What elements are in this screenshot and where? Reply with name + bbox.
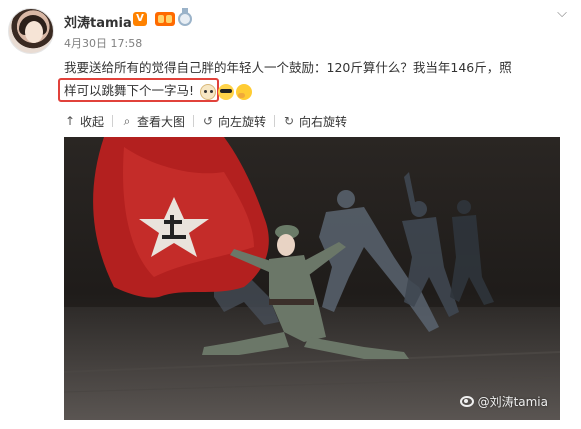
rotate-left-button[interactable]: ↺ 向左旋转 bbox=[202, 113, 266, 130]
collapse-button[interactable]: ↑ 收起 bbox=[64, 113, 104, 130]
toolbar-divider bbox=[193, 115, 195, 127]
watermark-text: @刘涛tamia bbox=[477, 395, 548, 409]
avatar-face bbox=[25, 21, 43, 43]
post-timestamp[interactable]: 4月30日 17:58 bbox=[64, 35, 142, 51]
rotate-right-icon: ↻ bbox=[284, 114, 295, 128]
image-toolbar: ↑ 收起 ⌕ 查看大图 ↺ 向左旋转 ↻ 向右旋转 bbox=[64, 110, 347, 132]
username[interactable]: 刘涛tamia bbox=[64, 12, 132, 31]
photo-watermark: @刘涛tamia bbox=[459, 393, 548, 410]
highlighted-text-wrapper: 样可以跳舞下个一字马! bbox=[58, 78, 219, 102]
post-text-line1: 我要送给所有的觉得自己胖的年轻人一个鼓励：120斤算什么？我当年146斤，照 bbox=[64, 60, 512, 75]
red-highlight-box bbox=[58, 78, 219, 102]
post-text: 我要送给所有的觉得自己胖的年轻人一个鼓励：120斤算什么？我当年146斤，照 样… bbox=[58, 56, 564, 102]
post-photo[interactable]: @刘涛tamia bbox=[64, 137, 560, 420]
medal-icon[interactable] bbox=[178, 8, 192, 26]
toolbar-divider bbox=[274, 115, 276, 127]
weibo-icon bbox=[459, 396, 474, 407]
rotate-right-button[interactable]: ↻ 向右旋转 bbox=[283, 113, 347, 130]
toolbar-divider bbox=[112, 115, 114, 127]
dog-emoji-icon bbox=[200, 83, 216, 100]
avatar[interactable] bbox=[8, 8, 54, 54]
chevron-down-icon[interactable]: ⌵ bbox=[557, 6, 567, 21]
vip-icon[interactable] bbox=[155, 12, 175, 26]
cool-emoji-icon bbox=[218, 83, 234, 100]
rotate-left-icon: ↺ bbox=[203, 114, 214, 128]
magnifier-icon: ⌕ bbox=[123, 113, 131, 128]
thinking-emoji-icon bbox=[236, 83, 252, 100]
view-large-button[interactable]: ⌕ 查看大图 bbox=[121, 113, 185, 130]
view-large-label: 查看大图 bbox=[137, 114, 186, 129]
rotate-left-label: 向左旋转 bbox=[218, 114, 267, 129]
rotate-right-label: 向右旋转 bbox=[299, 114, 348, 129]
collapse-arrow-icon: ↑ bbox=[64, 114, 76, 128]
verified-badge-icon: V bbox=[133, 12, 147, 26]
collapse-label: 收起 bbox=[80, 114, 105, 129]
stage-dance-photo bbox=[64, 137, 560, 420]
